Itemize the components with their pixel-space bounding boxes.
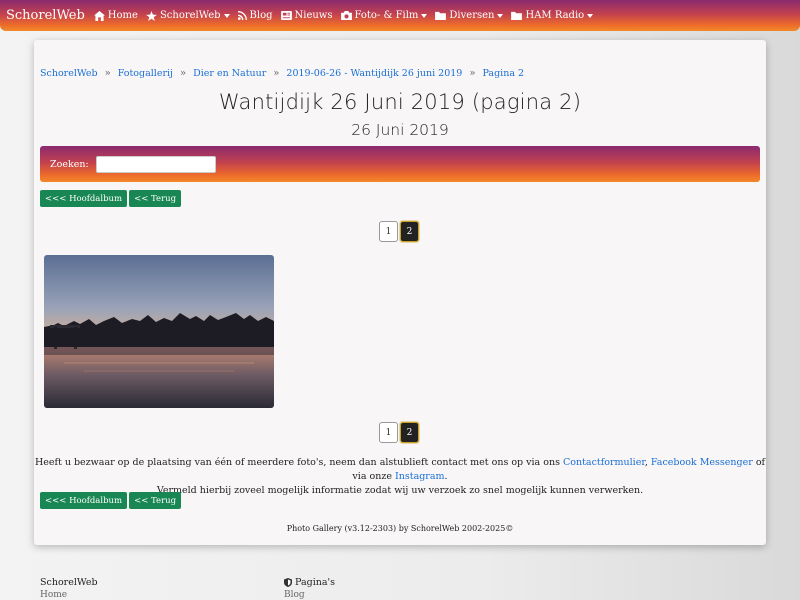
- page-title: Wantijdijk 26 Juni 2019 (pagina 2): [218, 90, 582, 114]
- back-button[interactable]: << Terug: [129, 190, 182, 207]
- facebook-messenger-link[interactable]: Facebook Messenger: [651, 457, 753, 468]
- photo-thumbnail[interactable]: [44, 255, 274, 408]
- footer-column-paginas: Pagina's Blog: [284, 577, 335, 600]
- footer-title: SchorelWeb: [40, 577, 98, 588]
- search-bar: Zoeken:: [40, 146, 760, 182]
- page-link-1[interactable]: 1: [379, 221, 398, 242]
- breadcrumb-dier-en-natuur[interactable]: Dier en Natuur: [193, 68, 266, 79]
- breadcrumb-separator: »: [104, 68, 111, 79]
- nav-blog-label: Blog: [249, 10, 273, 21]
- nav-ham-radio[interactable]: HAM Radio: [511, 10, 594, 21]
- nav-foto-film-label: Foto- & Film: [354, 10, 419, 21]
- nav-home[interactable]: Home: [93, 10, 138, 21]
- main-content-card: SchorelWeb » Fotogallerij » Dier en Natu…: [34, 40, 766, 545]
- shield-icon: [284, 578, 292, 587]
- folder-icon: [511, 11, 523, 20]
- contact-form-link[interactable]: Contactformulier: [563, 457, 645, 468]
- footer-link-home[interactable]: Home: [40, 590, 98, 600]
- newspaper-icon: [280, 11, 292, 20]
- footer-title: Pagina's: [295, 577, 336, 588]
- nav-nieuws[interactable]: Nieuws: [280, 10, 333, 21]
- home-icon: [93, 10, 105, 21]
- chevron-down-icon: [497, 13, 504, 18]
- nav-home-label: Home: [107, 10, 138, 21]
- breadcrumb-page[interactable]: Pagina 2: [482, 68, 524, 79]
- back-button[interactable]: << Terug: [129, 492, 182, 509]
- search-label: Zoeken:: [50, 158, 89, 170]
- nav-schorelweb-label: SchorelWeb: [159, 10, 221, 21]
- main-album-button[interactable]: <<< Hoofdalbum: [40, 492, 128, 509]
- breadcrumb-album[interactable]: 2019-06-26 - Wantijdijk 26 juni 2019: [286, 68, 462, 79]
- star-icon: [145, 10, 157, 21]
- instagram-link[interactable]: Instagram: [395, 471, 445, 482]
- nav-schorelweb[interactable]: SchorelWeb: [145, 10, 230, 21]
- breadcrumb: SchorelWeb » Fotogallerij » Dier en Natu…: [40, 68, 524, 79]
- folder-icon: [435, 11, 447, 20]
- notice-line-1: Heeft u bezwaar op de plaatsing van één …: [34, 456, 766, 484]
- breadcrumb-separator: »: [469, 68, 476, 79]
- top-button-row: <<< Hoofdalbum << Terug: [40, 190, 183, 207]
- chevron-down-icon: [421, 13, 428, 18]
- page-link-2-active[interactable]: 2: [400, 221, 419, 242]
- breadcrumb-separator: »: [273, 68, 280, 79]
- breadcrumb-schorelweb[interactable]: SchorelWeb: [40, 68, 98, 79]
- pagination-top: 1 2: [379, 221, 421, 242]
- rss-icon: [237, 11, 247, 20]
- search-input[interactable]: [95, 155, 216, 173]
- main-album-button[interactable]: <<< Hoofdalbum: [40, 190, 128, 207]
- sunset-river-photo: [44, 255, 274, 408]
- chevron-down-icon: [223, 13, 230, 18]
- notice-text-before: Heeft u bezwaar op de plaatsing van één …: [34, 457, 563, 468]
- footer-column-schorelweb: SchorelWeb Home: [40, 577, 98, 600]
- breadcrumb-separator: »: [180, 68, 187, 79]
- page-subtitle: 26 Juni 2019: [351, 121, 449, 139]
- page-link-1[interactable]: 1: [379, 422, 398, 443]
- pagination-bottom: 1 2: [379, 422, 421, 443]
- nav-blog[interactable]: Blog: [237, 10, 273, 21]
- gallery-credit: Photo Gallery (v3.12-2303) by SchorelWeb…: [286, 524, 514, 533]
- breadcrumb-fotogallerij[interactable]: Fotogallerij: [118, 68, 173, 79]
- nav-foto-film[interactable]: Foto- & Film: [340, 10, 428, 21]
- nav-nieuws-label: Nieuws: [294, 10, 333, 21]
- footer-heading: Pagina's: [284, 577, 335, 588]
- chevron-down-icon: [587, 13, 594, 18]
- footer-link-blog[interactable]: Blog: [284, 590, 335, 600]
- nav-diversen[interactable]: Diversen: [435, 10, 504, 21]
- bottom-button-row: <<< Hoofdalbum << Terug: [40, 492, 183, 509]
- nav-ham-radio-label: HAM Radio: [525, 10, 585, 21]
- camera-icon: [340, 11, 352, 20]
- notice-text-end: .: [444, 471, 448, 482]
- nav-diversen-label: Diversen: [449, 10, 495, 21]
- navbar-brand[interactable]: SchorelWeb: [6, 8, 85, 23]
- top-navbar: SchorelWeb Home SchorelWeb Blog Nieuws F…: [0, 0, 800, 31]
- page-link-2-active[interactable]: 2: [400, 422, 419, 443]
